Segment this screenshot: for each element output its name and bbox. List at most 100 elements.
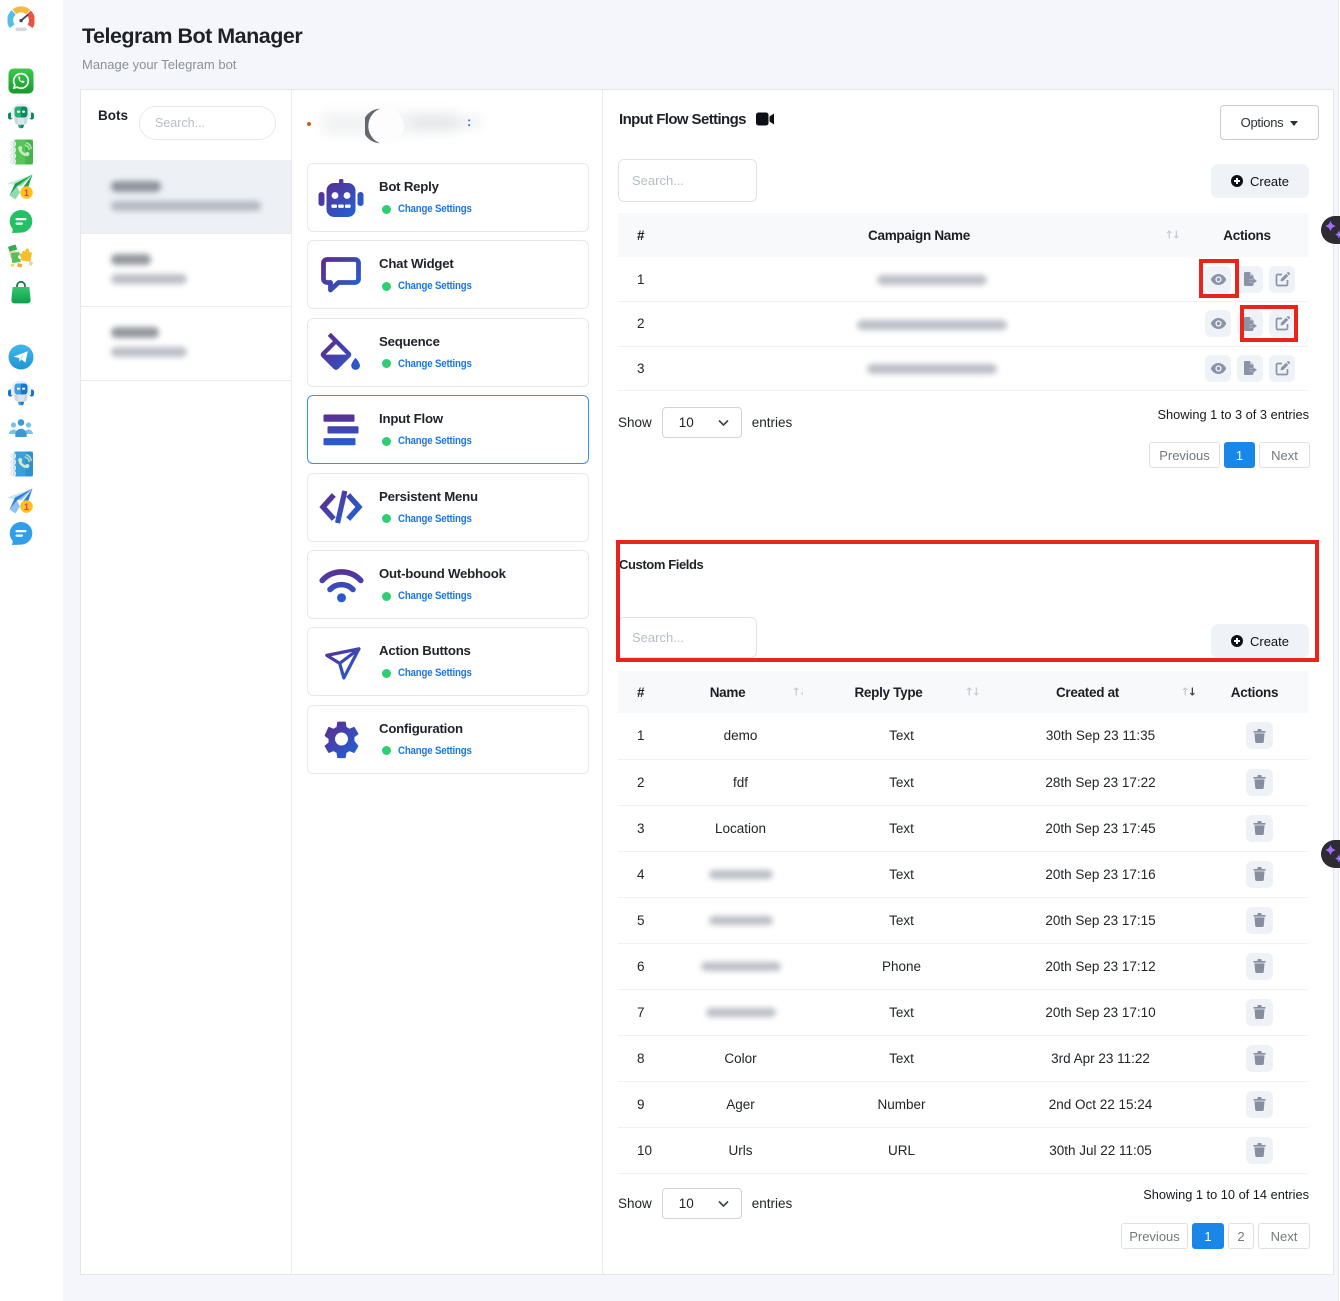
flow-page-size-select[interactable]: 10: [662, 407, 742, 438]
status-dot-green: [382, 437, 391, 446]
field-reply-type: Text: [803, 759, 1000, 805]
bot-list-item[interactable]: [81, 160, 291, 234]
row-num: 4: [618, 851, 678, 897]
custom-field-row: 6 Phone 20th Sep 23 17:12: [618, 943, 1308, 989]
whatsapp-icon[interactable]: [8, 68, 34, 99]
flow-next-button[interactable]: Next: [1259, 442, 1310, 468]
export-button[interactable]: [1237, 310, 1263, 337]
telegram-icon[interactable]: [8, 344, 34, 375]
menu-card-title: Configuration: [379, 721, 463, 736]
delete-button[interactable]: [1246, 907, 1273, 934]
campaign-row: 3: [618, 346, 1308, 391]
custom-field-row: 3 Location Text 20th Sep 23 17:45: [618, 805, 1308, 851]
menu-card-persistent-menu[interactable]: Persistent Menu Change Settings: [307, 473, 589, 542]
col-header-num[interactable]: #: [618, 671, 678, 713]
delete-button[interactable]: [1246, 815, 1273, 842]
delete-button[interactable]: [1246, 953, 1273, 980]
export-button[interactable]: [1237, 355, 1263, 382]
menu-card-chat-widget[interactable]: Chat Widget Change Settings: [307, 240, 589, 309]
menu-card-outbound-webhook[interactable]: Out-bound Webhook Change Settings: [307, 550, 589, 619]
assistant-fab-bottom[interactable]: [1321, 840, 1340, 868]
robot-green-icon[interactable]: [8, 102, 35, 134]
flow-create-button[interactable]: Create: [1211, 164, 1309, 198]
shopping-bag-green-icon[interactable]: [9, 279, 33, 309]
field-created-at: 28th Sep 23 17:22: [1000, 759, 1201, 805]
row-actions: [1201, 1127, 1308, 1173]
col-header-num[interactable]: #: [618, 213, 678, 257]
change-settings-link[interactable]: Change Settings: [398, 358, 472, 370]
change-settings-link[interactable]: Change Settings: [398, 513, 472, 525]
contact-book-green-icon[interactable]: [9, 138, 34, 171]
puzzle-icon[interactable]: [8, 244, 34, 275]
field-created-at: 30th Jul 22 11:05: [1000, 1127, 1201, 1173]
delete-button[interactable]: [1246, 1091, 1273, 1118]
change-settings-link[interactable]: Change Settings: [398, 280, 472, 292]
menu-card-bot-reply[interactable]: Bot Reply Change Settings: [307, 163, 589, 232]
flow-search-input[interactable]: [618, 159, 757, 202]
contact-book-blue-icon[interactable]: [9, 450, 34, 483]
col-header-created-at[interactable]: Created at↑↓: [1000, 671, 1201, 713]
edit-button[interactable]: [1269, 355, 1295, 382]
action-buttons-icon: [317, 640, 365, 683]
menu-card-title: Action Buttons: [379, 643, 471, 658]
row-actions: [1201, 897, 1308, 943]
flow-page-1[interactable]: 1: [1224, 442, 1255, 468]
col-header-name[interactable]: Name↑↓: [678, 671, 803, 713]
view-button[interactable]: [1205, 310, 1231, 337]
delete-button[interactable]: [1246, 861, 1273, 888]
menu-card-title: Chat Widget: [379, 256, 454, 271]
custom-fields-table: # Name↑↓ Reply Type↑↓ Created at↑↓ Actio…: [618, 671, 1308, 1174]
delete-button[interactable]: [1246, 769, 1273, 796]
bot-list-item[interactable]: [81, 307, 291, 381]
custom-page-1[interactable]: 1: [1192, 1223, 1224, 1249]
flow-table-info: Showing 1 to 3 of 3 entries: [1157, 407, 1309, 422]
video-tutorial-icon[interactable]: [756, 112, 775, 130]
menu-card-action-buttons[interactable]: Action Buttons Change Settings: [307, 627, 589, 696]
options-button[interactable]: Options: [1220, 105, 1319, 140]
robot-blue-icon[interactable]: [8, 379, 35, 411]
change-settings-link[interactable]: Change Settings: [398, 590, 472, 602]
caret-down-icon: [1290, 121, 1298, 126]
change-settings-link[interactable]: Change Settings: [398, 435, 472, 447]
custom-page-2[interactable]: 2: [1228, 1223, 1254, 1249]
custom-next-button[interactable]: Next: [1258, 1223, 1310, 1249]
gauge-logo-icon[interactable]: [8, 6, 35, 37]
status-dot-green: [382, 282, 391, 291]
col-header-campaign[interactable]: Campaign Name↑↓: [678, 213, 1186, 257]
page-title: Telegram Bot Manager: [82, 24, 302, 49]
custom-page-size-select[interactable]: 10: [662, 1188, 742, 1219]
status-dot-green: [382, 359, 391, 368]
chat-bubble-blue-icon[interactable]: [8, 521, 34, 551]
change-settings-link[interactable]: Change Settings: [398, 203, 472, 215]
paper-plane-blue-icon[interactable]: 1: [7, 488, 36, 519]
bots-search-input[interactable]: [139, 106, 276, 140]
menu-card-input-flow[interactable]: Input Flow Change Settings: [307, 395, 589, 464]
custom-field-row: 7 Text 20th Sep 23 17:10: [618, 989, 1308, 1035]
status-dot-green: [382, 746, 391, 755]
delete-button[interactable]: [1246, 722, 1273, 749]
paper-plane-green-icon[interactable]: 1: [7, 174, 36, 205]
col-header-reply-type[interactable]: Reply Type↑↓: [803, 671, 1000, 713]
custom-search-input[interactable]: [618, 617, 757, 658]
delete-button[interactable]: [1246, 1045, 1273, 1072]
flow-prev-button[interactable]: Previous: [1149, 442, 1220, 468]
edit-button[interactable]: [1269, 266, 1295, 293]
change-settings-link[interactable]: Change Settings: [398, 745, 472, 757]
delete-button[interactable]: [1246, 999, 1273, 1026]
change-settings-link[interactable]: Change Settings: [398, 667, 472, 679]
chat-bubble-green-icon[interactable]: [8, 209, 34, 239]
delete-button[interactable]: [1246, 1137, 1273, 1164]
people-group-blue-icon[interactable]: [8, 417, 35, 444]
custom-prev-button[interactable]: Previous: [1121, 1223, 1188, 1249]
row-actions: [1201, 805, 1308, 851]
assistant-fab-top[interactable]: [1321, 216, 1340, 244]
bot-list-item[interactable]: [81, 234, 291, 307]
view-button[interactable]: [1205, 355, 1231, 382]
export-button[interactable]: [1237, 266, 1263, 293]
svg-text:1: 1: [24, 502, 29, 512]
custom-create-button[interactable]: Create: [1211, 624, 1309, 658]
menu-card-configuration[interactable]: Configuration Change Settings: [307, 705, 589, 774]
menu-card-sequence[interactable]: Sequence Change Settings: [307, 318, 589, 387]
edit-button[interactable]: [1269, 310, 1295, 337]
view-button[interactable]: [1205, 266, 1231, 293]
